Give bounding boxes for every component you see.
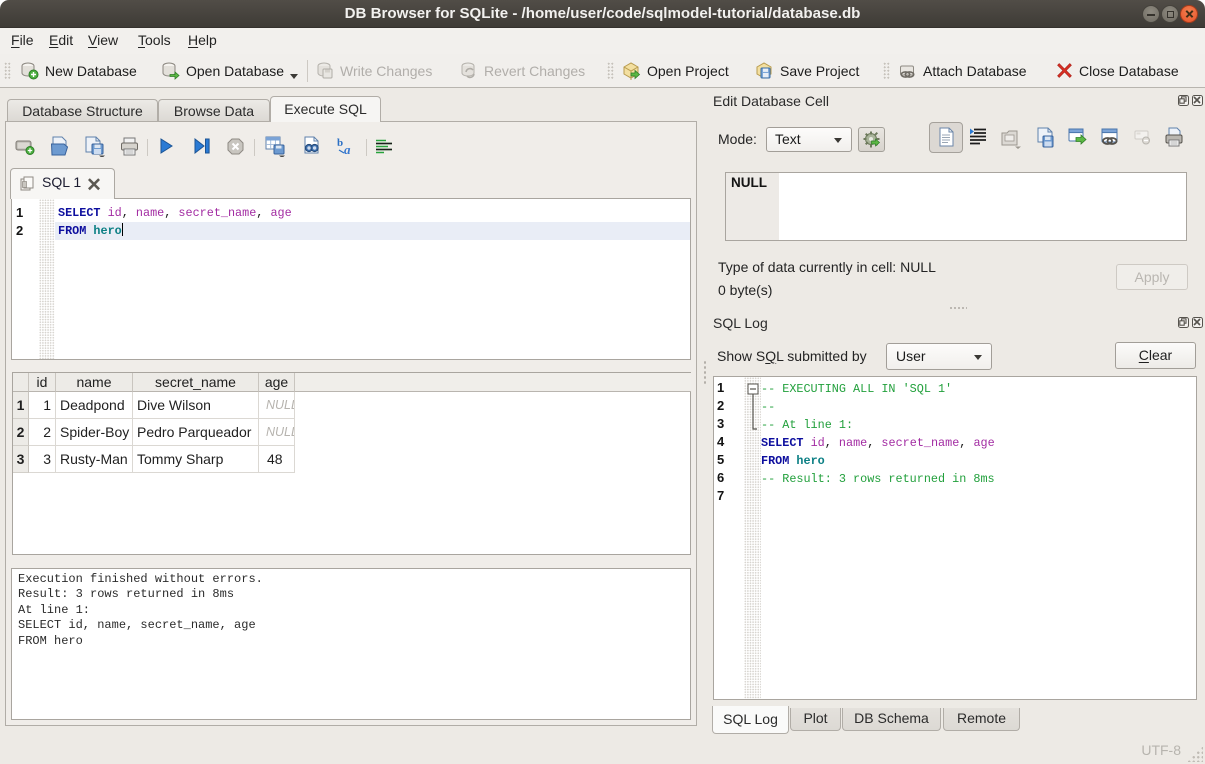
- svg-text:b: b: [337, 137, 343, 149]
- svg-text:a: a: [344, 142, 351, 156]
